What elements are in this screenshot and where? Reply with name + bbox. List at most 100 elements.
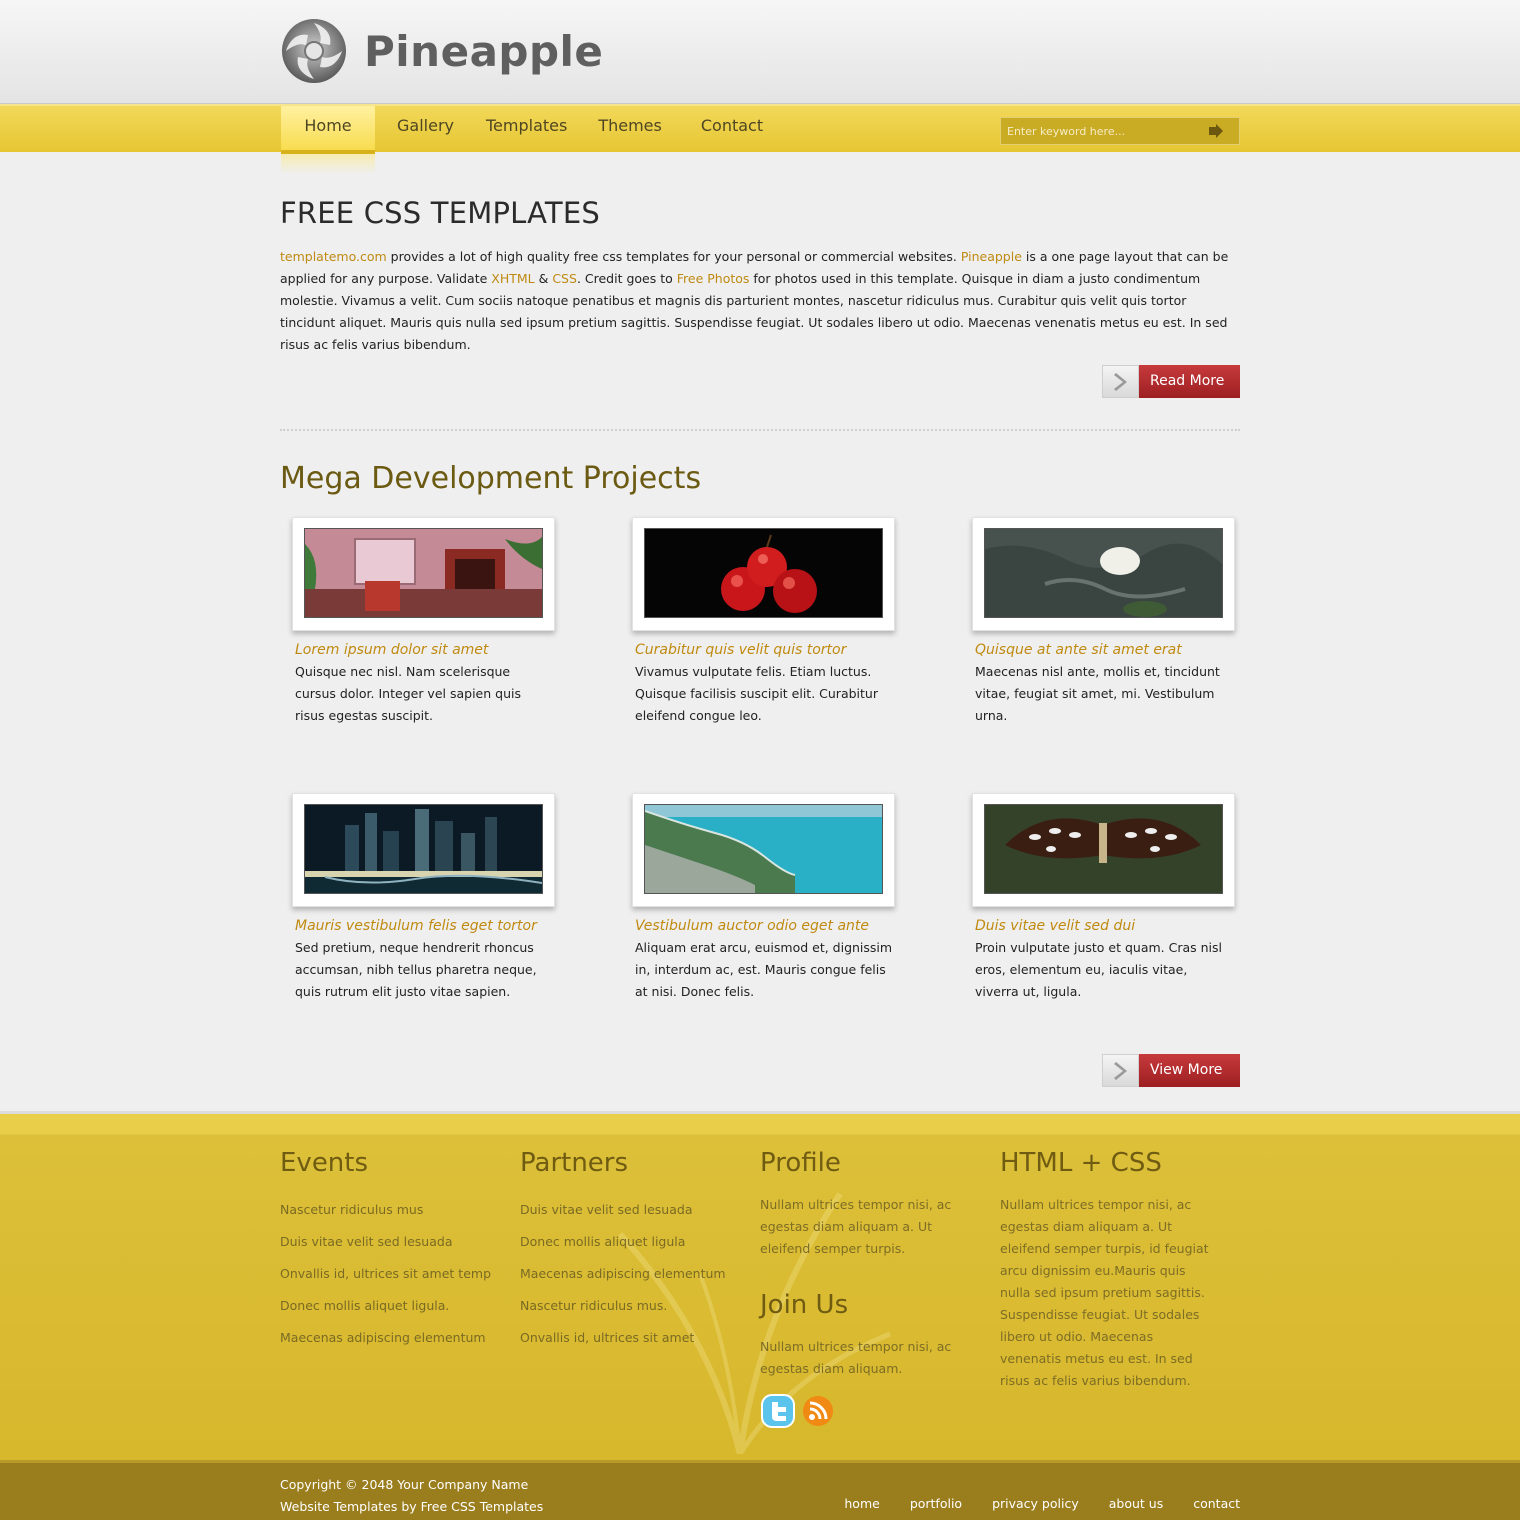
bottom-bar: Copyright © 2048 Your Company Name Websi… [0,1460,1520,1520]
footer-partners: Partners Duis vitae velit sed lesuada Do… [520,1148,760,1429]
intro-text-3: & [534,271,553,286]
events-link[interactable]: Onvallis id, ultrices sit amet temp [280,1258,520,1290]
partners-link[interactable]: Donec mollis aliquet ligula [520,1226,760,1258]
main-nav: Home Gallery Templates Themes Contact [280,106,763,174]
htmlcss-text: Nullam ultrices tempor nisi, ac egestas … [1000,1197,1209,1388]
join-text: Nullam ultrices tempor nisi, ac egestas … [760,1339,952,1376]
footer-profile: Profile Nullam ultrices tempor nisi, ac … [760,1148,1000,1429]
footer-html-css: HTML + CSS Nullam ultrices tempor nisi, … [1000,1148,1240,1429]
nav-home[interactable]: Home [281,106,375,174]
site-name: Pineapple [364,26,604,76]
search-box [1000,117,1240,145]
search-submit-button[interactable] [1201,118,1231,144]
bottom-link-privacy[interactable]: privacy policy [992,1496,1079,1511]
read-more-label: Read More [1139,365,1240,398]
events-link[interactable]: Nascetur ridiculus mus [280,1194,520,1226]
section-divider [280,429,1240,431]
project-title[interactable]: Vestibulum auctor odio eget ante [635,918,960,934]
main-content: FREE CSS TEMPLATES templatemo.com provid… [280,152,1240,1087]
project-image-interior [304,528,543,618]
nav-templates[interactable]: Templates [486,106,567,154]
project-thumbnail[interactable] [292,517,555,631]
link-pineapple[interactable]: Pineapple [961,249,1022,264]
main-menu-bar: Home Gallery Templates Themes Contact [0,104,1520,174]
partners-link[interactable]: Maecenas adipiscing elementum [520,1258,760,1290]
twitter-icon[interactable] [760,1393,796,1429]
view-more-label: View More [1139,1054,1240,1087]
profile-heading: Profile [760,1148,841,1178]
project-card: Lorem ipsum dolor sit amet Quisque nec n… [280,517,620,793]
credit-text[interactable]: Website Templates by Free CSS Templates [280,1496,543,1518]
partners-heading: Partners [520,1148,629,1178]
read-more-button[interactable]: Read More [1102,365,1240,398]
bottom-link-about[interactable]: about us [1109,1496,1163,1511]
projects-heading: Mega Development Projects [280,461,702,496]
project-description: Quisque nec nisl. Nam scelerisque cursus… [295,664,521,723]
bottom-link-contact[interactable]: contact [1193,1496,1240,1511]
projects-grid: Lorem ipsum dolor sit amet Quisque nec n… [280,517,1240,1069]
project-image-city [304,804,543,894]
project-thumbnail[interactable] [632,793,895,907]
partners-link[interactable]: Onvallis id, ultrices sit amet [520,1322,760,1354]
intro-heading: FREE CSS TEMPLATES [280,196,600,230]
project-card: Vestibulum auctor odio eget ante Aliquam… [620,793,960,1069]
site-header: Pineapple [0,0,1520,104]
project-image-rocks [984,528,1223,618]
bottom-link-portfolio[interactable]: portfolio [910,1496,962,1511]
events-link[interactable]: Donec mollis aliquet ligula. [280,1290,520,1322]
project-image-apples [644,528,883,618]
nav-contact[interactable]: Contact [701,106,763,154]
project-thumbnail[interactable] [292,793,555,907]
nav-themes[interactable]: Themes [598,106,662,154]
events-link[interactable]: Maecenas adipiscing elementum [280,1322,520,1354]
partners-link[interactable]: Nascetur ridiculus mus. [520,1290,760,1322]
view-more-button[interactable]: View More [1102,1054,1240,1087]
nav-gallery[interactable]: Gallery [397,106,454,154]
project-thumbnail[interactable] [972,517,1235,631]
footer-events: Events Nascetur ridiculus mus Duis vitae… [280,1148,520,1429]
chevron-right-icon [1102,1054,1139,1087]
events-link[interactable]: Duis vitae velit sed lesuada [280,1226,520,1258]
copyright-block: Copyright © 2048 Your Company Name Websi… [280,1474,543,1518]
intro-text-4: . Credit goes to [576,271,677,286]
project-card: Duis vitae velit sed dui Proin vulputate… [960,793,1240,1069]
project-thumbnail[interactable] [632,517,895,631]
project-thumbnail[interactable] [972,793,1235,907]
bottom-nav: home portfolio privacy policy about us c… [844,1496,1240,1511]
copyright-text: Copyright © 2048 Your Company Name [280,1477,529,1492]
project-title[interactable]: Curabitur quis velit quis tortor [635,642,960,658]
events-heading: Events [280,1148,369,1178]
join-heading: Join Us [760,1290,849,1320]
project-image-butterfly [984,804,1223,894]
project-card: Curabitur quis velit quis tortor Vivamus… [620,517,960,793]
project-title[interactable]: Duis vitae velit sed dui [975,918,1240,934]
site-logo[interactable]: Pineapple [280,17,603,85]
link-templatemo[interactable]: templatemo.com [280,249,387,264]
project-title[interactable]: Mauris vestibulum felis eget tortor [295,918,620,934]
project-description: Proin vulputate justo et quam. Cras nisl… [975,940,1223,999]
intro-paragraph: templatemo.com provides a lot of high qu… [280,246,1240,356]
bottom-link-home[interactable]: home [844,1496,879,1511]
project-description: Maecenas nisl ante, mollis et, tincidunt… [975,664,1220,723]
partners-link[interactable]: Duis vitae velit sed lesuada [520,1194,760,1226]
project-description: Vivamus vulputate felis. Etiam luctus. Q… [635,664,878,723]
profile-text: Nullam ultrices tempor nisi, ac egestas … [760,1197,952,1256]
link-css[interactable]: CSS [552,271,577,286]
project-card: Quisque at ante sit amet erat Maecenas n… [960,517,1240,793]
project-title[interactable]: Lorem ipsum dolor sit amet [295,642,620,658]
project-description: Aliquam erat arcu, euismod et, dignissim… [635,940,893,999]
project-card: Mauris vestibulum felis eget tortor Sed … [280,793,620,1069]
arrow-right-icon [1209,124,1223,138]
site-footer: Events Nascetur ridiculus mus Duis vitae… [0,1111,1520,1460]
pineapple-logo-icon [282,19,346,83]
chevron-right-icon [1102,365,1139,398]
project-description: Sed pretium, neque hendrerit rhoncus acc… [295,940,537,999]
social-links [760,1393,1000,1429]
project-title[interactable]: Quisque at ante sit amet erat [975,642,1240,658]
htmlcss-heading: HTML + CSS [1000,1148,1162,1178]
link-free-photos[interactable]: Free Photos [677,271,750,286]
link-xhtml[interactable]: XHTML [491,271,534,286]
search-input[interactable] [1001,118,1201,144]
intro-text-1: provides a lot of high quality free css … [386,249,961,264]
rss-icon[interactable] [800,1393,836,1429]
